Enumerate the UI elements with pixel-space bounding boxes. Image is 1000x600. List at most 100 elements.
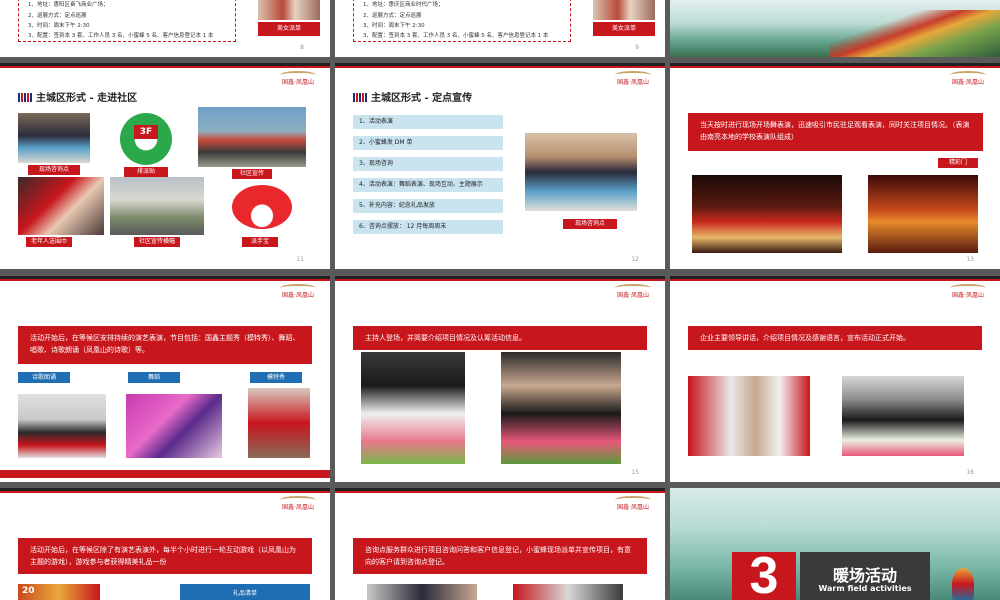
- community-photo: [198, 107, 306, 167]
- header-accent: [0, 279, 330, 281]
- slide-18[interactable]: 国鑫·凤凰山 咨询点服务群众进行项目咨询问答和客户信息登记，小蜜蜂现场派单并宣传…: [335, 488, 665, 600]
- brand-logo: 国鑫·凤凰山: [276, 496, 320, 516]
- title-marker-icon: [18, 93, 32, 102]
- slide-19-section[interactable]: 3 暖场活动 Warm field activities: [670, 488, 1000, 600]
- section-number: 3: [749, 547, 779, 600]
- promo-girl-photo: [593, 0, 655, 20]
- page-number: 9: [635, 44, 639, 51]
- section-tag: 模特秀: [250, 372, 302, 383]
- page-number: 13: [966, 256, 974, 263]
- list-item: 4、活动表演：舞蹈表演、现场互动、主题展示: [353, 178, 503, 192]
- description-box: 主持人登场，并简要介绍项目情况及认筹活动信息。: [353, 326, 647, 350]
- section-tag: 舞蹈: [128, 372, 180, 383]
- header-accent: [670, 66, 1000, 68]
- drum-performance-photo: [692, 175, 842, 253]
- slide-08[interactable]: 1、地址：惠阳区奋飞商业广场； 2、巡展方式：定点巡展 3、时间：周末下午 2:…: [0, 0, 330, 57]
- game-photo-label: 20: [22, 586, 35, 596]
- host-female-photo: [361, 352, 465, 464]
- photo-caption: 精彩门: [938, 158, 978, 168]
- gift-list-label: 礼品清单: [232, 590, 257, 597]
- consultation-photo: [367, 584, 477, 600]
- brand-logo: 国鑫·凤凰山: [946, 284, 990, 304]
- description-box: 咨询点服务群众进行项目咨询问答和客户信息登记，小蜜蜂现场派单并宣传项目，有意向的…: [353, 538, 647, 574]
- list-item: 5、补充内容：纪念礼品发放: [353, 199, 503, 213]
- page-number: 16: [966, 469, 974, 476]
- slide-title: 主城区形式 - 走进社区: [18, 89, 137, 104]
- model-show-photo: [248, 388, 310, 458]
- header-accent: [0, 66, 330, 68]
- brand-logo: 国鑫·凤凰山: [611, 284, 655, 304]
- consultation-point-photo: [525, 133, 637, 211]
- slide-16[interactable]: 国鑫·凤凰山 企业主要领导讲话，介绍项目情况及感谢语言，宣布活动正式开始。 16: [670, 276, 1000, 482]
- field-landscape: [830, 10, 1000, 57]
- slide-09[interactable]: 1、地址：惠庆区商业时代广场； 2、巡展方式：定点巡展 3、时间：周末下午 2:…: [335, 0, 665, 57]
- slide-17[interactable]: 国鑫·凤凰山 活动开始后，在等候区除了有演艺表演外，每半个小时进行一轮互动游戏（…: [0, 488, 330, 600]
- photo-caption: 社区宣传横幅: [134, 237, 180, 247]
- mascot-head: [232, 185, 292, 229]
- page-number: 15: [631, 469, 639, 476]
- promo-girl-photo: [258, 0, 320, 20]
- photo-caption: 美女派单: [593, 22, 655, 36]
- info-line: 3、配置：签到本 3 套、工作人员 3 名、小蜜蜂 5 名、客户信息登记本 1 …: [28, 33, 214, 39]
- list-item: 3、现场咨询: [353, 157, 503, 171]
- elderly-scarf-photo: [18, 177, 104, 235]
- info-line: 3、配置：签到本 3 套、工作人员 3 名、小蜜蜂 5 名、客户信息登记本 1 …: [363, 33, 549, 39]
- description-box: 当天按时进行现场开场舞表演，迅速吸引市民驻足观看表演，同时关注项目情况。（表演由…: [688, 113, 983, 151]
- slide-14[interactable]: 国鑫·凤凰山 活动开始后，在等候区安排持续的演艺表演，节目包括：国鑫主题秀（模特…: [0, 276, 330, 482]
- header-accent: [670, 279, 1000, 281]
- photo-caption: 派手宝: [242, 237, 278, 247]
- brand-logo: 国鑫·凤凰山: [611, 496, 655, 516]
- consultation-photo: [18, 113, 90, 163]
- game-photo: 20: [18, 584, 100, 600]
- page-number: 11: [296, 256, 304, 263]
- leader-podium-photo: [842, 376, 964, 456]
- slide-12[interactable]: 国鑫·凤凰山 主城区形式 - 定点宣传 1、活动表演 2、小蜜蜂发 DM 单 3…: [335, 63, 665, 269]
- slide-11[interactable]: 国鑫·凤凰山 主城区形式 - 走进社区 现场咨询点 3F 排派贴 社区宣传 老年…: [0, 63, 330, 269]
- info-line: 1、地址：惠阳区奋飞商业广场；: [28, 2, 109, 8]
- stage-drum-photo: [868, 175, 978, 253]
- info-line: 1、地址：惠庆区商业时代广场；: [363, 2, 444, 8]
- host-male-photo: [501, 352, 621, 464]
- photo-caption: 排派贴: [124, 167, 168, 177]
- page-number: 8: [300, 44, 304, 51]
- description-box: 活动开始后，在等候区安排持续的演艺表演，节目包括：国鑫主题秀（模特秀）、舞蹈、唱…: [18, 326, 312, 364]
- brand-logo: 国鑫·凤凰山: [946, 71, 990, 91]
- photo-caption: 现场咨询点: [563, 219, 617, 229]
- description-box: 活动开始后，在等候区除了有演艺表演外，每半个小时进行一轮互动游戏（以凤凰山为主题…: [18, 538, 312, 574]
- sticker-photo: 3F: [116, 111, 176, 167]
- section-title-cn: 暖场活动: [832, 566, 897, 585]
- brand-logo: 国鑫·凤凰山: [276, 71, 320, 91]
- header-accent: [335, 66, 665, 68]
- poetry-reading-photo: [18, 394, 106, 458]
- list-item: 1、活动表演: [353, 115, 503, 129]
- header-accent: [335, 491, 665, 493]
- list-item: 6、咨询点摆放： 12 月每周周末: [353, 220, 503, 234]
- bird-decoration: [952, 568, 974, 600]
- brand-logo: 国鑫·凤凰山: [276, 284, 320, 304]
- sticker-label: 3F: [134, 125, 158, 139]
- banner-photo: [110, 177, 204, 235]
- photo-caption: 美女派单: [258, 22, 320, 36]
- photo-caption: 现场咨询点: [28, 165, 80, 175]
- brand-logo: 国鑫·凤凰山: [611, 71, 655, 91]
- slide-15[interactable]: 国鑫·凤凰山 主持人登场，并简要介绍项目情况及认筹活动信息。 15: [335, 276, 665, 482]
- dance-photo: [126, 394, 222, 458]
- slide-13[interactable]: 国鑫·凤凰山 当天按时进行现场开场舞表演，迅速吸引市民驻足观看表演，同时关注项目…: [670, 63, 1000, 269]
- list-item: 2、小蜜蜂发 DM 单: [353, 136, 503, 150]
- mascot-photo: [226, 181, 298, 233]
- header-accent: [0, 491, 330, 493]
- sticker-circle: [120, 113, 172, 165]
- title-marker-icon: [353, 93, 367, 102]
- header-accent: [335, 279, 665, 281]
- registration-photo: [513, 584, 623, 600]
- page-number: 12: [631, 256, 639, 263]
- description-box: 企业主要领导讲话，介绍项目情况及感谢语言，宣布活动正式开始。: [688, 326, 982, 350]
- photo-caption: 老年人送围巾: [26, 237, 72, 247]
- slide-title: 主城区形式 - 定点宣传: [353, 89, 472, 104]
- section-title-en: Warm field activities: [818, 584, 912, 593]
- leader-speech-photo: [688, 376, 810, 456]
- section-tag: 诗歌朗诵: [18, 372, 70, 383]
- footer-red-bar: [0, 470, 330, 478]
- slide-10-landscape[interactable]: [670, 0, 1000, 57]
- photo-caption: 社区宣传: [232, 169, 272, 179]
